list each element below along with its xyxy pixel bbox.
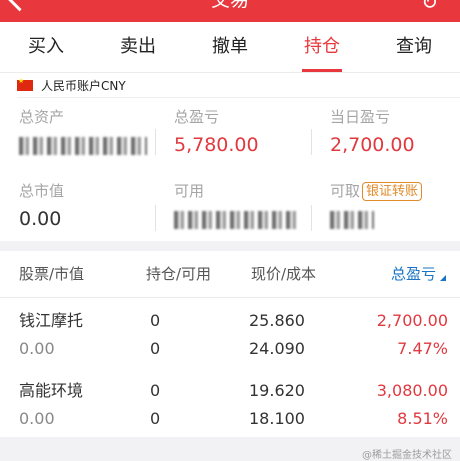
tab-query[interactable]: 查询 xyxy=(368,22,460,72)
available-qty: 0 xyxy=(150,409,161,428)
total-assets-value xyxy=(19,132,147,158)
header-actions: ↻ xyxy=(421,0,448,14)
table-row[interactable]: 钱江摩托 0.00 0 0 25.860 24.090 2,700.00 7.4… xyxy=(0,310,460,380)
stock-name: 钱江摩托 xyxy=(19,311,84,330)
current-price: 19.620 xyxy=(249,381,305,400)
header-price-cost[interactable]: 现价/成本 xyxy=(251,251,316,297)
header-position-available[interactable]: 持仓/可用 xyxy=(146,251,211,297)
daily-pnl: 当日盈亏 2,700.00 xyxy=(330,107,415,158)
currency-row: 人民币账户CNY xyxy=(17,76,126,94)
daily-pnl-value: 2,700.00 xyxy=(330,134,415,156)
market-value: 总市值 0.00 xyxy=(19,181,64,232)
tab-positions[interactable]: 持仓 xyxy=(276,22,368,72)
column-separator xyxy=(311,205,312,231)
column-separator xyxy=(155,129,156,155)
daily-pnl-label: 当日盈亏 xyxy=(330,108,391,126)
row-pnl-percent: 8.51% xyxy=(397,409,448,428)
stock-name: 高能环境 xyxy=(19,381,84,400)
watermark: @稀土掘金技术社区 xyxy=(362,450,452,461)
page-title: 交易 xyxy=(210,0,249,11)
current-price: 25.860 xyxy=(249,311,305,330)
tab-buy[interactable]: 买入 xyxy=(0,22,92,72)
stock-market-value: 0.00 xyxy=(19,409,55,428)
total-pnl-label: 总盈亏 xyxy=(174,108,220,126)
withdrawable-value xyxy=(330,206,422,232)
cost-price: 18.100 xyxy=(249,409,305,428)
row-pnl: 3,080.00 xyxy=(376,381,448,400)
withdrawable-label: 可取 xyxy=(330,182,361,200)
market-value-value: 0.00 xyxy=(19,208,62,230)
refresh-icon[interactable]: ↻ xyxy=(421,0,448,14)
positions-table: 股票/市值 持仓/可用 现价/成本 总盈亏 钱江摩托 0.00 0 0 25.8… xyxy=(0,251,460,437)
cost-price: 24.090 xyxy=(249,339,305,358)
row-pnl: 2,700.00 xyxy=(376,311,448,330)
stock-market-value: 0.00 xyxy=(19,339,55,358)
china-flag-icon xyxy=(17,77,33,91)
total-assets: 总资产 xyxy=(19,107,147,158)
bank-transfer-button[interactable]: 银证转账 xyxy=(362,182,423,201)
column-separator xyxy=(311,129,312,155)
divider xyxy=(17,97,460,98)
sort-indicator-icon xyxy=(440,275,446,281)
available-qty: 0 xyxy=(150,339,161,358)
available-label: 可用 xyxy=(174,182,205,200)
total-pnl-value: 5,780.00 xyxy=(174,134,259,156)
currency-label: 人民币账户CNY xyxy=(41,78,126,93)
tab-sell[interactable]: 卖出 xyxy=(92,22,184,72)
header-stock-market-value[interactable]: 股票/市值 xyxy=(19,251,84,297)
header-total-pnl[interactable]: 总盈亏 xyxy=(390,251,446,297)
available-funds: 可用 xyxy=(174,181,296,232)
market-value-label: 总市值 xyxy=(19,182,65,200)
account-summary: 人民币账户CNY 总资产 总盈亏 5,780.00 当日盈亏 2,700.00 … xyxy=(0,73,460,241)
column-separator xyxy=(155,205,156,231)
top-bar: 交易 ↻ xyxy=(0,0,460,22)
position-qty: 0 xyxy=(150,311,161,330)
total-pnl: 总盈亏 5,780.00 xyxy=(174,107,259,158)
total-assets-label: 总资产 xyxy=(19,108,65,126)
header-total-pnl-label: 总盈亏 xyxy=(390,265,436,283)
tab-cancel[interactable]: 撤单 xyxy=(184,22,276,72)
position-qty: 0 xyxy=(150,381,161,400)
withdrawable-row: 可取 银证转账 xyxy=(330,181,423,201)
table-header: 股票/市值 持仓/可用 现价/成本 总盈亏 xyxy=(0,251,460,298)
row-pnl-percent: 7.47% xyxy=(397,339,448,358)
withdrawable-funds: 可取 银证转账 xyxy=(330,181,423,232)
trade-tabs: 买入 卖出 撤单 持仓 查询 xyxy=(0,22,460,73)
section-gap xyxy=(0,241,460,251)
available-value xyxy=(174,206,296,232)
